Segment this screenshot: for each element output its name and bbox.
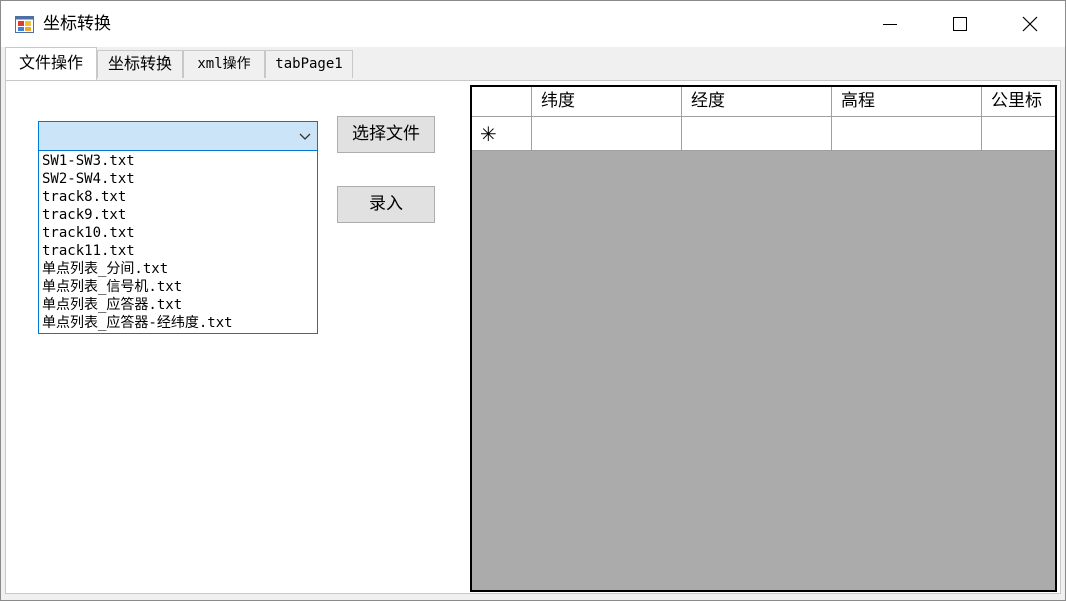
list-item[interactable]: track8.txt [42,189,312,207]
list-item[interactable]: 单点列表_应答器.txt [42,297,312,315]
coordinate-data-grid[interactable]: 纬度 经度 高程 公里标 ✳ [470,85,1057,592]
select-file-button[interactable]: 选择文件 [337,116,435,153]
import-button[interactable]: 录入 [337,186,435,223]
new-row-elevation-cell[interactable] [832,117,982,151]
column-header-longitude[interactable]: 经度 [682,87,832,117]
maximize-icon [953,17,967,31]
app-icon [15,16,34,33]
maximize-button[interactable] [925,1,995,47]
tab-xml-operations[interactable]: xml操作 [183,50,265,78]
new-row-kilometer-post-cell[interactable] [982,117,1055,151]
file-operations-panel: SW1-SW3.txt SW2-SW4.txt track8.txt track… [5,80,1061,594]
window-title: 坐标转换 [43,14,111,34]
tab-coordinate-conversion[interactable]: 坐标转换 [97,50,183,78]
row-header-corner[interactable] [472,87,532,117]
column-header-kilometer-post[interactable]: 公里标 [982,87,1055,117]
chevron-down-icon[interactable] [299,133,311,141]
file-dropdown-list[interactable]: SW1-SW3.txt SW2-SW4.txt track8.txt track… [38,151,318,334]
column-header-elevation[interactable]: 高程 [832,87,982,117]
list-item[interactable]: SW1-SW3.txt [42,153,312,171]
list-item[interactable]: 单点列表_分间.txt [42,261,312,279]
new-row-marker-icon: ✳ [480,122,497,146]
minimize-icon [883,24,897,25]
file-combobox[interactable] [38,121,318,151]
column-header-latitude[interactable]: 纬度 [532,87,682,117]
list-item[interactable]: track10.txt [42,225,312,243]
list-item[interactable]: track11.txt [42,243,312,261]
new-row-latitude-cell[interactable] [532,117,682,151]
tab-tabpage1[interactable]: tabPage1 [265,50,353,78]
list-item[interactable]: 单点列表_应答器-经纬度.txt [42,315,312,333]
tab-file-operations[interactable]: 文件操作 [5,47,97,80]
close-icon [1022,16,1038,32]
new-row-longitude-cell[interactable] [682,117,832,151]
minimize-button[interactable] [855,1,925,47]
main-window: 坐标转换 文件操作 坐标转换 xml操作 tabPage1 SW1-SW3.tx… [0,0,1066,601]
list-item[interactable]: SW2-SW4.txt [42,171,312,189]
close-button[interactable] [995,1,1065,47]
title-bar[interactable]: 坐标转换 [1,1,1065,47]
tab-strip: 文件操作 坐标转换 xml操作 tabPage1 [1,47,1065,80]
list-item[interactable]: 单点列表_信号机.txt [42,279,312,297]
new-row-header[interactable]: ✳ [472,117,532,151]
list-item[interactable]: track9.txt [42,207,312,225]
